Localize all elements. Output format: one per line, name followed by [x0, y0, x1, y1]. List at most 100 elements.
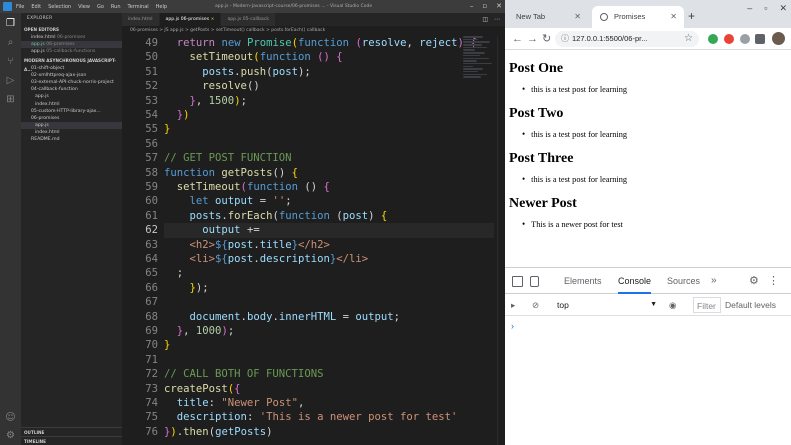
close-tab-icon[interactable]: ✕	[574, 6, 581, 28]
site-info-icon[interactable]: ⓘ	[561, 31, 569, 47]
menu-edit[interactable]: Edit	[31, 4, 41, 10]
code-line: document.body.innerHTML = output;	[189, 310, 401, 323]
extensions-puzzle-icon[interactable]	[755, 34, 765, 44]
sidebar-bottom-panels: OUTLINE TIMELINE	[21, 427, 122, 445]
console-output[interactable]: ›	[505, 316, 791, 444]
line-number: 69	[145, 325, 158, 337]
tab-new-tab[interactable]: New Tab ✕	[508, 6, 588, 28]
search-icon[interactable]: ⌕	[4, 36, 17, 49]
source-control-icon[interactable]: ⑂	[4, 55, 17, 68]
bookmark-star-icon[interactable]: ☆	[684, 30, 693, 48]
customize-menu-icon[interactable]: ⋮	[768, 268, 779, 294]
close-icon[interactable]: ✕	[779, 3, 787, 14]
close-icon[interactable]: ✕	[496, 0, 502, 13]
settings-gear-icon[interactable]: ⚙	[749, 268, 759, 294]
timeline-header[interactable]: TIMELINE	[21, 436, 122, 445]
open-editor-item[interactable]: index.html 06-promises	[21, 34, 122, 41]
line-number: 65	[145, 267, 158, 280]
extension-icon[interactable]	[740, 34, 750, 44]
run-debug-icon[interactable]: ▷	[4, 74, 17, 87]
file-tree-item[interactable]: index.html	[21, 101, 122, 108]
live-expression-eye-icon[interactable]: ◉	[669, 294, 676, 316]
close-tab-icon[interactable]: ×	[211, 17, 215, 22]
back-arrow-icon[interactable]: ←	[512, 30, 523, 48]
devtools-tabbar: Elements Console Sources » ⚙ ⋮	[505, 268, 791, 294]
accounts-icon[interactable]: ☺	[4, 411, 17, 424]
file-tree-item[interactable]: README.md	[21, 136, 122, 143]
file-tree-item[interactable]: 01-shift-object	[21, 65, 122, 72]
open-editors-header[interactable]: OPEN EDITORS	[21, 25, 122, 34]
menu-help[interactable]: Help	[156, 4, 167, 10]
manage-gear-icon[interactable]: ⚙	[4, 429, 17, 442]
menu-run[interactable]: Run	[111, 4, 121, 10]
file-tree-item[interactable]: 05-custom-HTTP-library-ajax...	[21, 108, 122, 115]
code-line: let output = '';	[189, 195, 292, 208]
code-line: setTimeout(function () {	[189, 51, 343, 64]
minimize-icon[interactable]: –	[470, 0, 474, 13]
address-bar[interactable]: ⓘ 127.0.0.1:5500/06-pr...	[555, 31, 699, 47]
file-tree-item[interactable]: 03-external-API-chuck-norris-project	[21, 79, 122, 86]
tab-elements[interactable]: Elements	[564, 268, 602, 294]
inspect-element-icon[interactable]	[512, 276, 523, 287]
explorer-icon[interactable]: ❐	[4, 17, 17, 30]
window-controls: – ▫ ✕	[470, 0, 502, 13]
reload-icon[interactable]: ↻	[542, 30, 551, 48]
context-selector[interactable]: top ▼	[553, 297, 657, 313]
maximize-icon[interactable]: ▫	[482, 0, 487, 13]
sidebar-toggle-icon[interactable]: ▸	[511, 294, 515, 316]
more-actions-icon[interactable]: ⋯	[494, 13, 500, 26]
open-editor-item[interactable]: app.js 06-promises	[21, 41, 122, 49]
close-tab-icon[interactable]: ✕	[670, 6, 677, 28]
maximize-icon[interactable]: ▫	[764, 3, 767, 14]
menu-go[interactable]: Go	[97, 4, 104, 10]
file-tree-item[interactable]: index.html	[21, 129, 122, 136]
code-line: <h2>${post.title}</h2>	[189, 238, 330, 251]
code-line: }	[164, 123, 171, 136]
minimap[interactable]	[463, 36, 497, 136]
editor-scrollbar[interactable]	[497, 36, 505, 445]
tab-app-js-callback[interactable]: app.js 05-callback	[221, 13, 277, 26]
profile-avatar[interactable]	[772, 32, 785, 45]
code-editor[interactable]: 49 50 51 52 53 54 55 56 57 58 59 60 61 62 63 64 65 66 67 68…	[122, 36, 505, 445]
workspace-header[interactable]: MODERN ASYNCHRONOUS JAVASCRIPT-A...	[21, 56, 122, 72]
file-tree-item[interactable]: 04-callback-function	[21, 86, 122, 93]
post-description: this is a test post for learning	[522, 127, 791, 142]
device-toolbar-icon[interactable]	[530, 276, 539, 287]
extension-icon[interactable]	[724, 34, 734, 44]
code-line: createPost({	[164, 382, 241, 395]
line-number: 49	[145, 37, 158, 49]
menu-view[interactable]: View	[78, 4, 90, 10]
extensions-icon[interactable]: ⊞	[4, 93, 17, 106]
tab-index-html[interactable]: index.html	[122, 13, 160, 26]
split-editor-icon[interactable]: ◫	[482, 13, 488, 26]
tab-sources[interactable]: Sources	[667, 268, 700, 294]
clear-console-icon[interactable]: ⊘	[532, 294, 539, 316]
menu-file[interactable]: File	[16, 4, 24, 10]
open-editor-item[interactable]: app.js 05-callback-functions	[21, 48, 122, 55]
minimize-icon[interactable]: –	[747, 3, 752, 14]
log-levels-dropdown[interactable]: Default levels	[725, 294, 776, 316]
line-number: 64	[145, 253, 158, 265]
more-tabs-icon[interactable]: »	[711, 268, 717, 294]
extension-icon[interactable]	[708, 34, 718, 44]
breadcrumb[interactable]: 06-promises > JS app.js > getPosts > set…	[122, 26, 505, 36]
console-filter-input[interactable]: Filter	[693, 297, 721, 313]
line-number: 74	[145, 397, 158, 409]
chrome-tabstrip: New Tab ✕ Promises ✕ + – ▫ ✕	[505, 0, 791, 28]
tab-promises[interactable]: Promises ✕	[592, 6, 684, 28]
menu-terminal[interactable]: Terminal	[128, 4, 149, 10]
file-tree-item[interactable]: 02-xmlhttpreq-ajax-json	[21, 72, 122, 79]
file-tree-item-selected[interactable]: app.js	[21, 122, 122, 130]
new-tab-plus-icon[interactable]: +	[688, 7, 695, 25]
code-line-current: output +=	[164, 223, 494, 238]
line-number: 51	[145, 65, 158, 78]
tab-console[interactable]: Console	[618, 268, 652, 294]
code-line: }	[164, 339, 171, 352]
code-line: }).then(getPosts)	[164, 425, 273, 438]
file-tree-item[interactable]: 06-promises	[21, 115, 122, 122]
menu-selection[interactable]: Selection	[48, 4, 71, 10]
tab-app-js-promises[interactable]: app.js 06-promises ×	[159, 13, 222, 26]
file-tree-item[interactable]: app.js	[21, 93, 122, 100]
forward-arrow-icon[interactable]: →	[527, 30, 538, 48]
outline-header[interactable]: OUTLINE	[21, 427, 122, 436]
